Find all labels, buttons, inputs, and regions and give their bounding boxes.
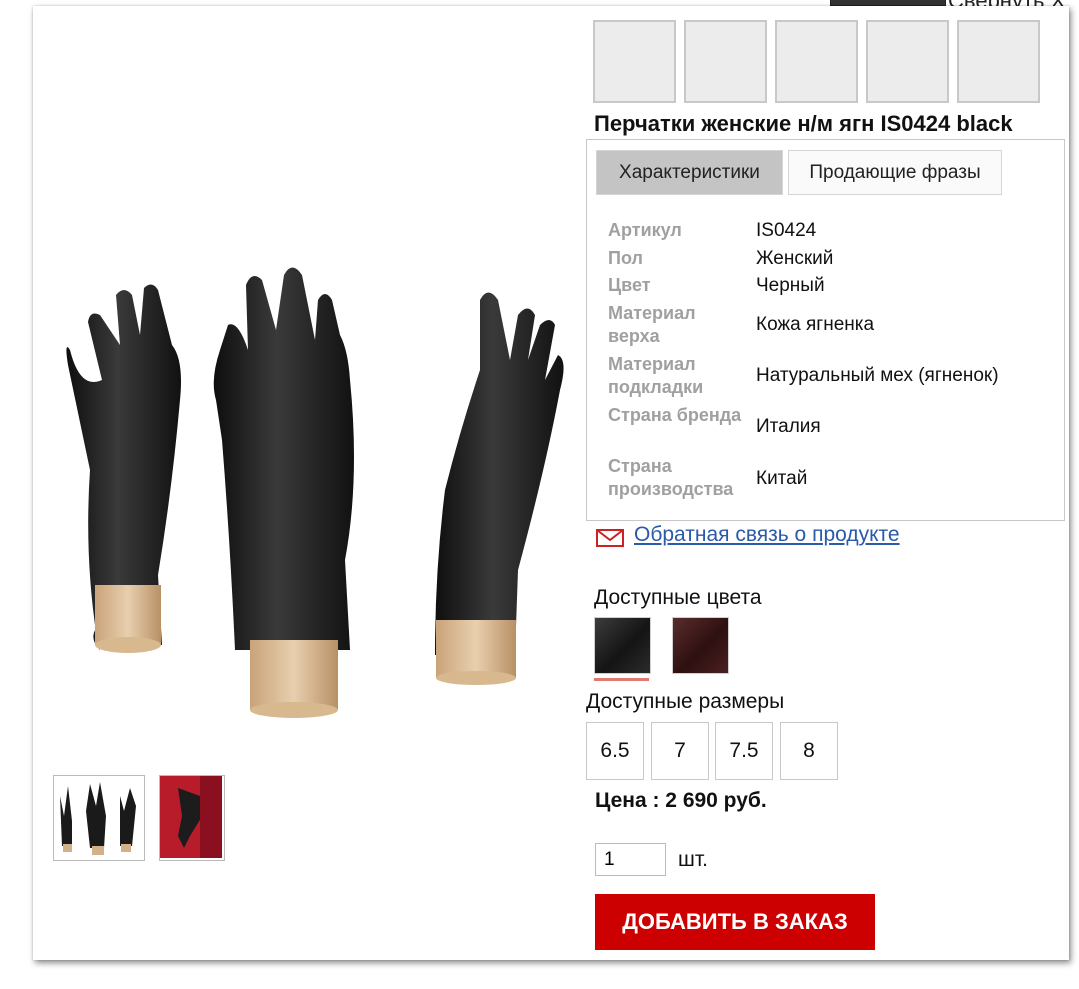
feedback-link[interactable]: Обратная связь о продукте [634, 523, 900, 547]
tab-selling-phrases[interactable]: Продающие фразы [788, 150, 1002, 195]
thumbnail-image [60, 782, 136, 855]
size-option[interactable]: 6.5 [586, 722, 644, 780]
spec-value: IS0424 [756, 220, 817, 241]
tab-characteristics[interactable]: Характеристики [596, 150, 783, 195]
spec-value: Италия [756, 416, 821, 437]
image-swatch[interactable] [866, 20, 949, 103]
color-swatch-brown[interactable] [672, 617, 729, 674]
spec-label: Материал верха [608, 303, 696, 346]
spec-value: Женский [756, 248, 834, 269]
spec-value: Натуральный мех (ягненок) [756, 365, 999, 386]
thumbnail-gloves[interactable] [53, 775, 145, 861]
image-swatch[interactable] [593, 20, 676, 103]
image-swatch[interactable] [775, 20, 858, 103]
quantity-input[interactable] [595, 843, 666, 876]
spec-value: Китай [756, 468, 808, 489]
sizes-label: Доступные размеры [586, 690, 785, 713]
spec-label: Цвет [608, 275, 651, 295]
quantity-unit: шт. [678, 848, 708, 871]
size-option[interactable]: 8 [780, 722, 838, 780]
thumbnail-image [160, 776, 222, 858]
spec-label: Артикул [608, 220, 682, 240]
price: Цена : 2 690 руб. [595, 789, 767, 812]
spec-label: Материал подкладки [608, 354, 704, 397]
add-to-order-button[interactable]: ДОБАВИТЬ В ЗАКАЗ [595, 894, 875, 950]
specs-panel: Характеристики Продающие фразы Артикул I… [586, 139, 1065, 521]
image-swatch[interactable] [957, 20, 1040, 103]
size-option[interactable]: 7.5 [715, 722, 773, 780]
spec-label: Пол [608, 248, 643, 268]
selected-color-indicator [594, 678, 649, 681]
colors-label: Доступные цвета [594, 586, 762, 609]
product-image [66, 267, 564, 718]
product-title: Перчатки женские н/м ягн IS0424 black [594, 111, 1013, 136]
spec-label: Страна бренда [608, 405, 742, 425]
thumbnail-model[interactable] [159, 775, 225, 861]
mail-icon [596, 529, 624, 547]
color-swatch-black[interactable] [594, 617, 651, 674]
spec-value: Кожа ягненка [756, 314, 875, 335]
image-swatch[interactable] [684, 20, 767, 103]
spec-label: Страна производства [608, 456, 734, 499]
size-option[interactable]: 7 [651, 722, 709, 780]
spec-value: Черный [756, 275, 825, 296]
